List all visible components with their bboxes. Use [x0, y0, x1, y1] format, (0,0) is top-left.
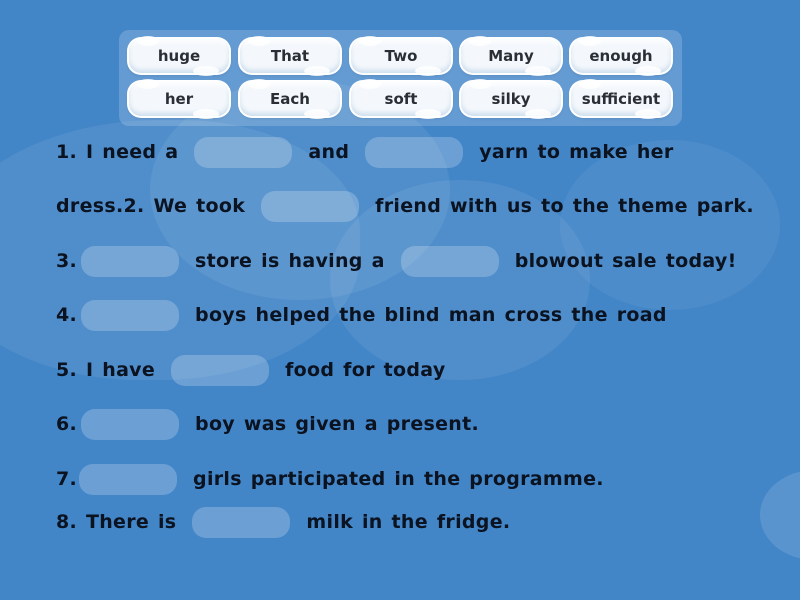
sentence-text: yarn to make her — [479, 141, 674, 163]
sentence-text: 5. I have — [56, 359, 156, 381]
sentence-text: 7. — [56, 468, 78, 490]
sentence-1: 1. I need a and yarn to make her — [56, 136, 674, 168]
word-tile[interactable]: That — [240, 36, 340, 76]
word-tile[interactable]: Many — [461, 36, 561, 76]
sentence-text: 3. — [56, 250, 78, 272]
word-tile[interactable]: enough — [571, 36, 671, 76]
answer-blank[interactable] — [171, 354, 270, 386]
answer-blank[interactable] — [365, 136, 464, 168]
word-bank: huge That Two Many enough her Each soft … — [119, 30, 682, 126]
answer-blank[interactable] — [192, 506, 291, 538]
word-tile[interactable]: huge — [129, 36, 229, 76]
answer-blank[interactable] — [261, 190, 360, 222]
sentence-text: store is having a — [195, 250, 385, 272]
sentence-text: 1. I need a — [56, 141, 179, 163]
word-tile[interactable]: her — [129, 79, 229, 119]
answer-blank[interactable] — [81, 299, 180, 331]
sentence-text: girls participated in the programme. — [193, 468, 604, 490]
sentence-text: 8. There is — [56, 511, 177, 533]
sentence-text: 4. — [56, 304, 78, 326]
word-tile[interactable]: soft — [351, 79, 451, 119]
sentence-text: food for today — [285, 359, 446, 381]
sentence-5: 5. I have food for today — [56, 354, 446, 386]
sentence-2: dress.2. We took friend with us to the t… — [56, 190, 754, 222]
sentence-text: and — [308, 141, 350, 163]
sentence-4: 4. boys helped the blind man cross the r… — [56, 299, 667, 331]
sentence-text: 6. — [56, 413, 78, 435]
sentence-8: 8. There is milk in the fridge. — [56, 506, 510, 538]
sentence-text: milk in the fridge. — [306, 511, 511, 533]
word-tile[interactable]: sufficient — [571, 79, 671, 119]
word-tile[interactable]: silky — [461, 79, 561, 119]
answer-blank[interactable] — [400, 245, 499, 277]
sentence-3: 3. store is having a blowout sale today! — [56, 245, 737, 277]
word-tile[interactable]: Each — [240, 79, 340, 119]
sentence-text: boys helped the blind man cross the road — [195, 304, 667, 326]
sentence-text: boy was given a present. — [195, 413, 480, 435]
sentence-text: friend with us to the theme park. — [375, 195, 754, 217]
word-tile[interactable]: Two — [351, 36, 451, 76]
background-cloud — [760, 470, 800, 560]
sentence-6: 6. boy was given a present. — [56, 408, 479, 440]
sentence-7: 7. girls participated in the programme. — [56, 463, 604, 495]
answer-blank[interactable] — [194, 136, 293, 168]
sentence-text: blowout sale today! — [514, 250, 737, 272]
answer-blank[interactable] — [79, 463, 178, 495]
sentence-text: dress.2. We took — [56, 195, 246, 217]
answer-blank[interactable] — [81, 245, 180, 277]
answer-blank[interactable] — [81, 408, 180, 440]
